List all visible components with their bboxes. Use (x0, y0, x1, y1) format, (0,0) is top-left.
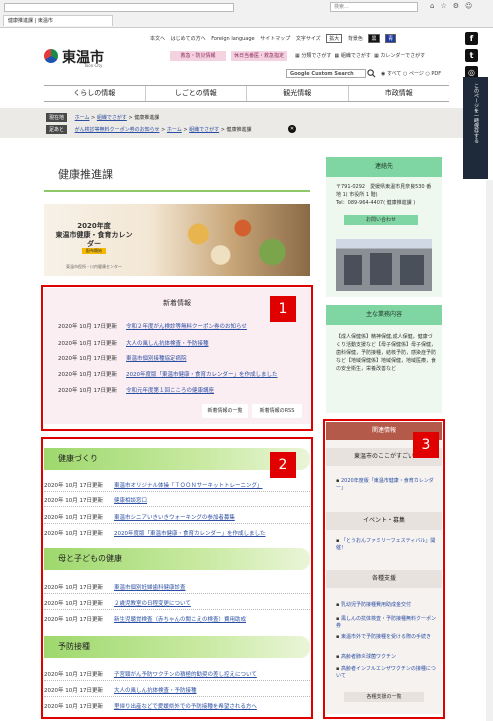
crumb-current: 健康推進課 (134, 115, 160, 121)
scope-page-radio[interactable]: ○ ページ (403, 71, 424, 77)
breadcrumb: 現在地 ホーム > 組織でさがす > 健康推進課 (46, 113, 159, 122)
window-controls[interactable]: ⌂☆⚙☺ (430, 2, 478, 10)
history-item[interactable]: がん検診等無料クーポン券のお知らせ (75, 127, 160, 133)
banner-title: 2020年度 東温市健康・食育カレンダー (55, 222, 133, 248)
address-bar[interactable] (4, 3, 234, 12)
close-history-icon[interactable]: ✕ (288, 125, 296, 133)
duties-title: 主な業務内容 (326, 305, 442, 325)
browser-chrome: 検索... 健康推進課 | 東温市 ⌂☆⚙☺ (0, 0, 493, 28)
scrollbar[interactable] (486, 180, 493, 721)
social-links: f t ◎ (464, 30, 480, 83)
save-page-button[interactable]: このページを一時保存する (463, 77, 488, 179)
contact-address: 〒791-0292 愛媛県東温市見奈良530 番地 1( 市役所 1 階) Tel… (336, 184, 432, 206)
browser-tab[interactable]: 健康推進課 | 東温市 (3, 15, 113, 26)
save-page-label: このページを一時保存する (473, 83, 479, 143)
duties-text: 【成人保健係】精神保健,成人保健，健康づくり活動支援など【母子保健係】母子保健，… (336, 334, 437, 372)
page-title: 健康推進課 (58, 168, 113, 181)
history-trail: 足あと がん検診等無料クーポン券のお知らせ > ホーム > 組織でさがす > 健… (46, 125, 252, 134)
emergency-info-button[interactable]: 救急・防災情報 (170, 51, 226, 61)
sitemap-link[interactable]: サイトマップ (260, 36, 290, 42)
font-size-label: 文字サイズ (295, 36, 321, 42)
logo-subtext: Toon City (84, 63, 103, 68)
contact-title: 連絡先 (326, 157, 442, 177)
banner-badge: 配布開始 (82, 248, 106, 254)
current-location-label: 現在地 (46, 113, 68, 122)
banner-footer: 東温市役所・川内健康センター (66, 264, 122, 269)
page-title-block: 健康推進課 (44, 160, 310, 192)
site-logo[interactable]: 東温市 Toon City (44, 47, 134, 68)
marker-2: 2 (270, 452, 296, 478)
breadcrumb-area: 現在地 ホーム > 組織でさがす > 健康推進課 足あと がん検診等無料クーポン… (0, 108, 464, 138)
holiday-doctor-button[interactable]: 休日当番医・救急指定 (231, 51, 287, 61)
inquiry-button[interactable]: お問い合わせ (344, 215, 418, 225)
city-emblem-icon (44, 49, 58, 63)
city-hall-photo (336, 239, 432, 291)
history-item: 健康推進課 (226, 127, 252, 133)
contact-tel: Tel：089-964-4407( 健康推進課 ) (336, 200, 416, 206)
search-icon[interactable] (367, 69, 376, 78)
skip-link[interactable]: 本文へ (150, 36, 165, 42)
crumb-org[interactable]: 組織でさがす (97, 115, 127, 121)
marker-3: 3 (413, 432, 439, 458)
bg-black-button[interactable]: 黒 (368, 34, 380, 43)
org-search-link[interactable]: ▦ 組織でさがす (335, 53, 371, 59)
utility-links: 本文へ はじめての方へ Foreign language サイトマップ 文字サイ… (150, 34, 450, 43)
foreign-language-link[interactable]: Foreign language (211, 36, 254, 42)
calendar-search-link[interactable]: ▦ カレンダーでさがす (374, 53, 425, 59)
finder-links: ▦ 分類でさがす ▦ 組織でさがす ▦ カレンダーでさがす (295, 52, 425, 59)
history-item[interactable]: ホーム (167, 127, 182, 133)
bg-blue-button[interactable]: 青 (385, 34, 397, 43)
marker-1: 1 (270, 296, 296, 322)
highlight-box-2 (41, 437, 313, 719)
highlight-box-3 (323, 419, 445, 719)
duties-box: 主な業務内容 【成人保健係】精神保健,成人保健，健康づくり活動支援など【母子保健… (326, 305, 442, 413)
contact-box: 連絡先 〒791-0292 愛媛県東温市見奈良530 番地 1( 市役所 1 階… (326, 157, 442, 297)
twitter-icon[interactable]: t (465, 49, 478, 62)
global-nav: くらしの情報 しごとの情報 観光情報 市政情報 (44, 85, 449, 102)
scope-all-radio[interactable]: ◉ すべて (381, 71, 401, 77)
crumb-home[interactable]: ホーム (75, 115, 90, 121)
history-item[interactable]: 組織でさがす (189, 127, 219, 133)
nav-citygov[interactable]: 市政情報 (349, 86, 450, 101)
nav-living[interactable]: くらしの情報 (44, 86, 146, 101)
nav-work[interactable]: しごとの情報 (146, 86, 247, 101)
nav-tourism[interactable]: 観光情報 (247, 86, 349, 101)
browser-search[interactable]: 検索... (330, 2, 418, 12)
search-scope: ◉ すべて ○ ページ ○ PDF (381, 70, 441, 77)
banner-food-image (154, 210, 302, 270)
first-visit-link[interactable]: はじめての方へ (171, 36, 206, 42)
site-search-input[interactable]: Google Custom Search (286, 69, 366, 78)
bgcolor-label: 背景色 (347, 36, 363, 42)
scope-pdf-radio[interactable]: ○ PDF (425, 71, 441, 77)
category-search-link[interactable]: ▦ 分類でさがす (295, 53, 331, 59)
calendar-banner[interactable]: 2020年度 東温市健康・食育カレンダー 配布開始 東温市役所・川内健康センター (44, 204, 310, 276)
facebook-icon[interactable]: f (465, 32, 478, 45)
history-label: 足あと (46, 125, 68, 134)
font-enlarge-button[interactable]: 拡大 (326, 34, 343, 43)
